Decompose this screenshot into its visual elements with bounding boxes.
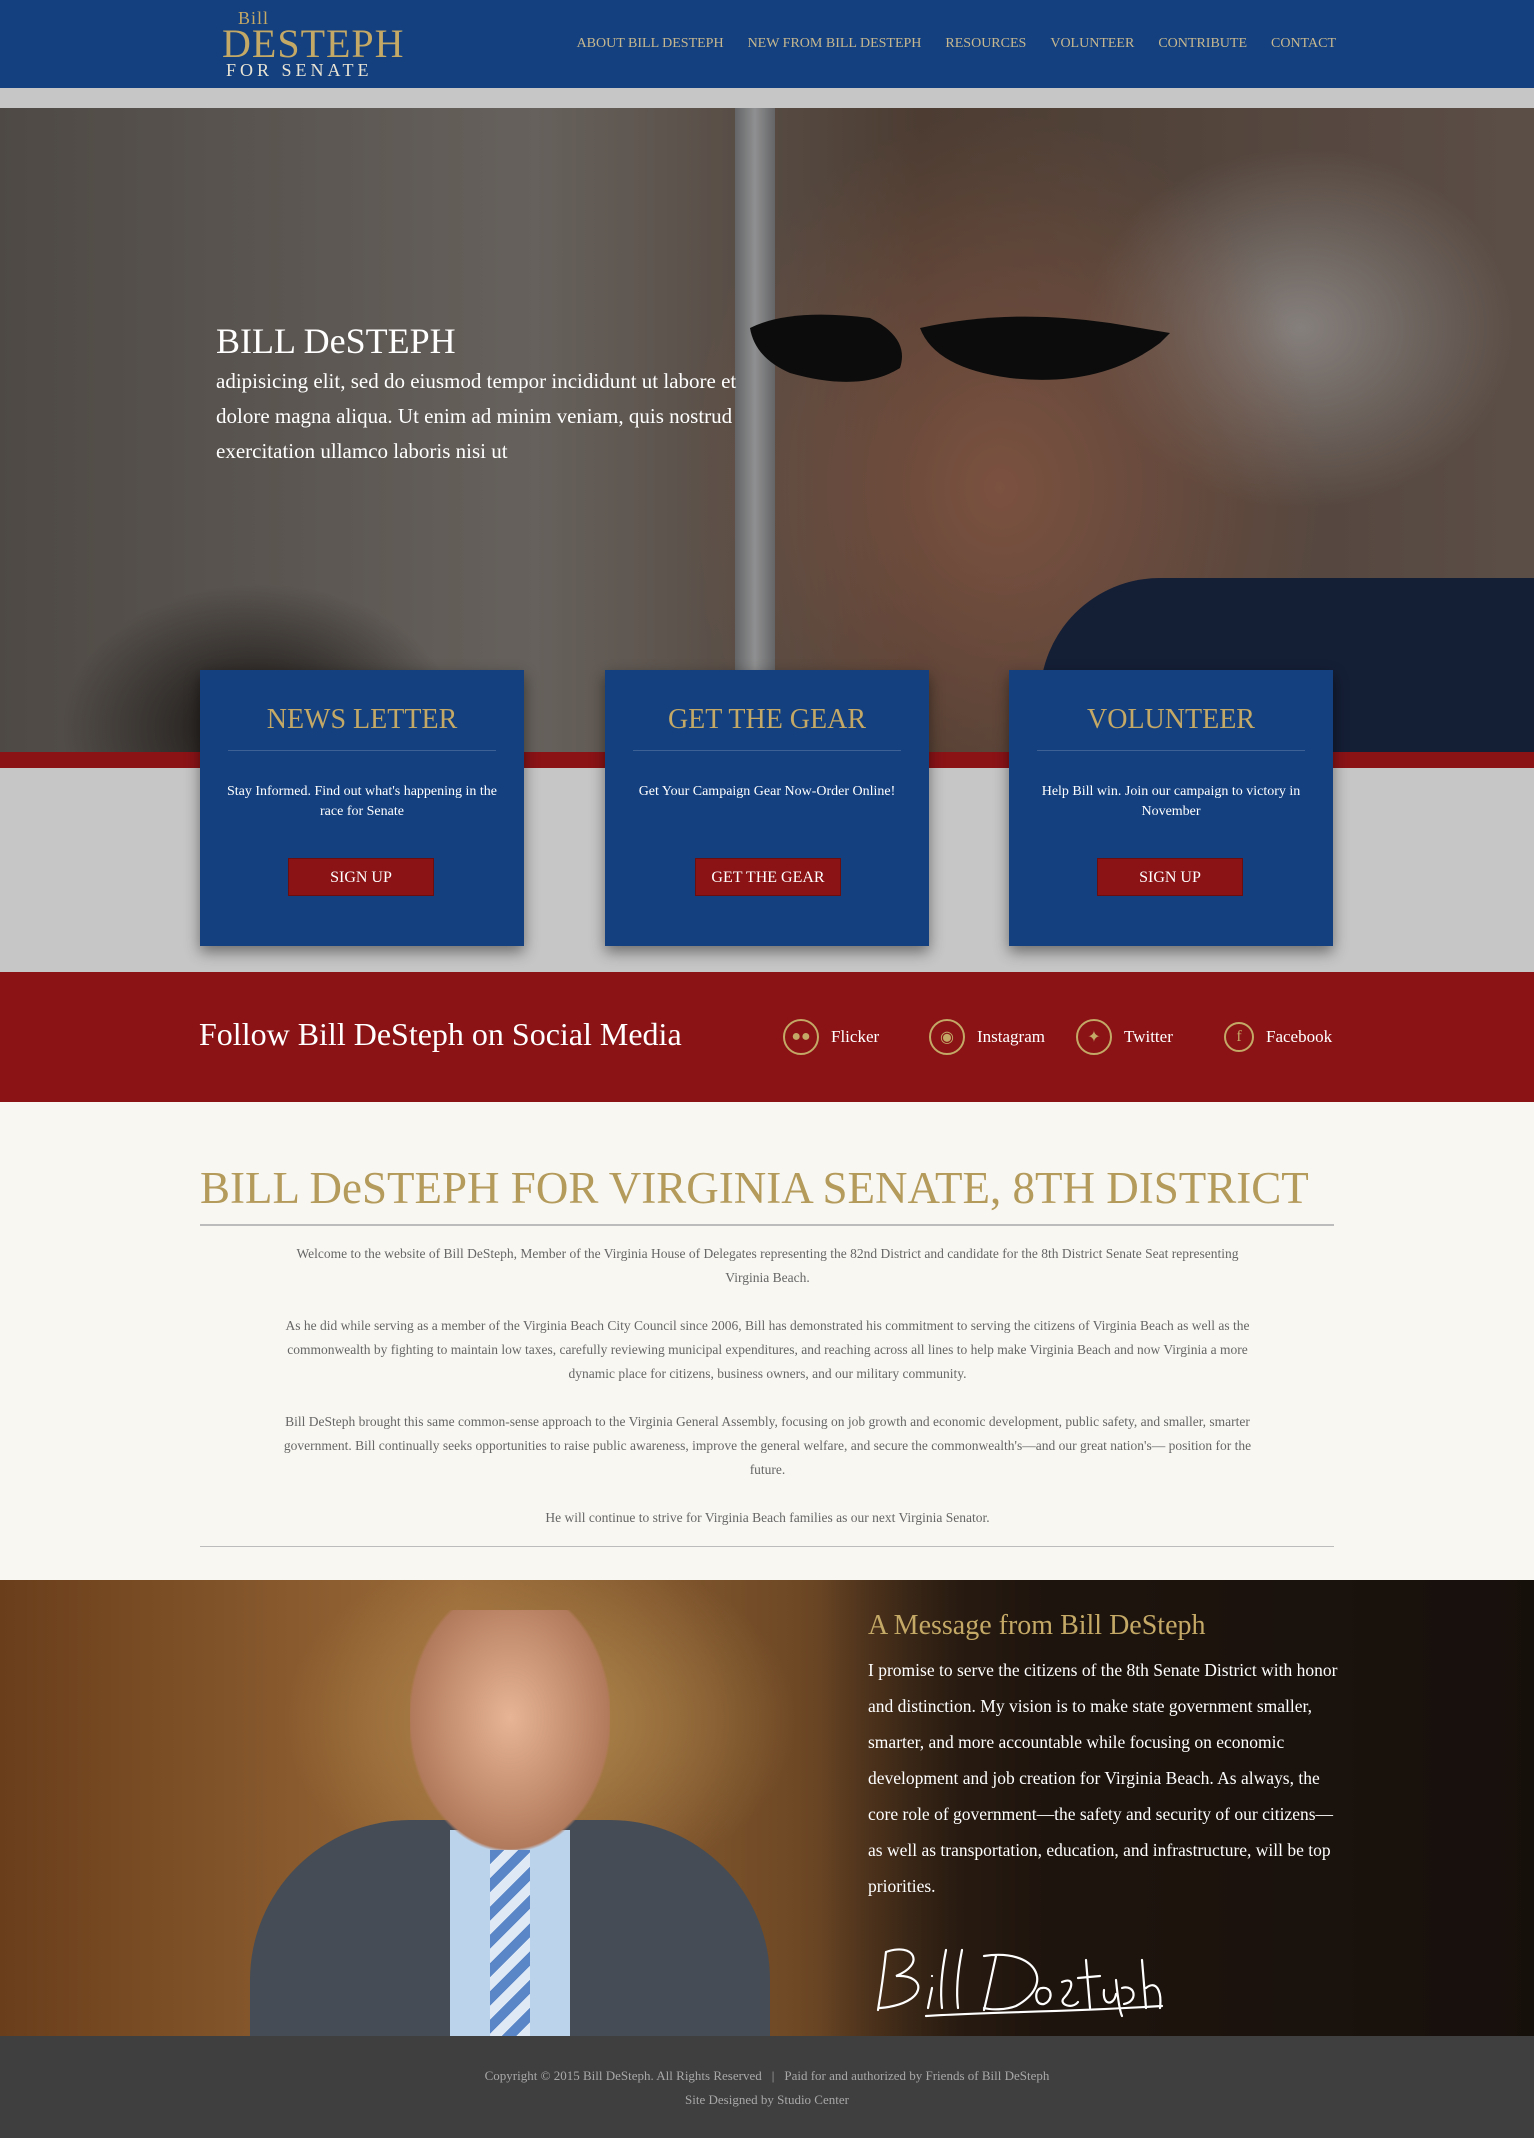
newsletter-card: NEWS LETTER Stay Informed. Find out what… xyxy=(200,670,524,946)
about-paragraph: As he did while serving as a member of t… xyxy=(285,1318,1250,1381)
card-divider xyxy=(228,750,496,751)
card-divider xyxy=(1037,750,1305,751)
hero-title: BILL DeSTEPH xyxy=(216,321,456,361)
site-logo[interactable]: Bill DESTEPH FOR SENATE xyxy=(222,8,404,80)
top-nav-bar: Bill DESTEPH FOR SENATE ABOUT BILL DESTE… xyxy=(0,0,1534,88)
volunteer-card: VOLUNTEER Help Bill win. Join our campai… xyxy=(1009,670,1333,946)
social-link-instagram[interactable]: ◉ Instagram xyxy=(929,1019,1045,1055)
card-title: GET THE GEAR xyxy=(667,704,867,735)
footer-legal-line: Copyright © 2015 Bill DeSteph. All Right… xyxy=(0,2068,1534,2084)
nav-item-news[interactable]: NEW FROM BILL DESTEPH xyxy=(748,36,922,52)
logo-line-3: FOR SENATE xyxy=(226,60,373,80)
hero-banner: BILL DeSTEPH adipisicing elit, sed do ei… xyxy=(0,108,1534,752)
logo-line-2: DESTEPH xyxy=(222,21,405,66)
footer-paid-for: Paid for and authorized by Friends of Bi… xyxy=(784,2068,1050,2083)
instagram-icon: ◉ xyxy=(929,1019,965,1055)
volunteer-signup-button[interactable]: SIGN UP xyxy=(1097,858,1243,896)
social-link-facebook[interactable]: f Facebook xyxy=(1224,1019,1332,1055)
message-photo-tie xyxy=(490,1850,530,2036)
about-body: Welcome to the website of Bill DeSteph, … xyxy=(280,1242,1255,1554)
card-divider xyxy=(633,750,901,751)
about-paragraph: He will continue to strive for Virginia … xyxy=(545,1510,990,1525)
nav-menu: ABOUT BILL DESTEPH NEW FROM BILL DESTEPH… xyxy=(577,36,1336,52)
nav-item-resources[interactable]: RESOURCES xyxy=(945,36,1026,52)
social-title: Follow Bill DeSteph on Social Media xyxy=(199,1016,682,1052)
social-link-label: Facebook xyxy=(1266,1027,1333,1046)
social-link-label: Instagram xyxy=(977,1027,1045,1046)
nav-item-contribute[interactable]: CONTRIBUTE xyxy=(1158,36,1247,52)
twitter-icon: ✦ xyxy=(1076,1019,1112,1055)
footer-copyright: Copyright © 2015 Bill DeSteph. All Right… xyxy=(484,2068,762,2083)
social-link-flickr[interactable]: ●● Flicker xyxy=(783,1019,879,1055)
message-text: I promise to serve the citizens of the 8… xyxy=(868,1660,1338,1896)
hero-text: adipisicing elit, sed do eiusmod tempor … xyxy=(216,369,737,463)
social-link-twitter[interactable]: ✦ Twitter xyxy=(1076,1019,1173,1055)
nav-item-contact[interactable]: CONTACT xyxy=(1271,36,1336,52)
about-section: BILL DeSTEPH FOR VIRGINIA SENATE, 8TH DI… xyxy=(0,1102,1534,1580)
about-title: BILL DeSTEPH FOR VIRGINIA SENATE, 8TH DI… xyxy=(200,1163,1309,1213)
message-photo-face xyxy=(410,1610,610,1850)
message-section: A Message from Bill DeSteph I promise to… xyxy=(0,1580,1534,2036)
about-bottom-divider xyxy=(200,1546,1334,1547)
footer-designed-by[interactable]: Site Designed by Studio Center xyxy=(0,2092,1534,2108)
flickr-icon: ●● xyxy=(783,1019,819,1055)
about-paragraph: Welcome to the website of Bill DeSteph, … xyxy=(296,1246,1239,1285)
card-text: Stay Informed. Find out what's happening… xyxy=(226,784,498,819)
signature-image xyxy=(876,1948,1164,2018)
get-the-gear-button[interactable]: GET THE GEAR xyxy=(695,858,841,896)
social-link-label: Flicker xyxy=(831,1027,880,1046)
site-footer: Copyright © 2015 Bill DeSteph. All Right… xyxy=(0,2036,1534,2138)
nav-item-about[interactable]: ABOUT BILL DESTEPH xyxy=(577,36,724,52)
gear-card: GET THE GEAR Get Your Campaign Gear Now-… xyxy=(605,670,929,946)
social-link-label: Twitter xyxy=(1124,1027,1173,1046)
card-text: Get Your Campaign Gear Now-Order Online! xyxy=(638,784,896,799)
card-title: NEWS LETTER xyxy=(266,704,458,735)
about-paragraph: Bill DeSteph brought this same common-se… xyxy=(283,1414,1252,1477)
nav-item-volunteer[interactable]: VOLUNTEER xyxy=(1050,36,1134,52)
facebook-icon: f xyxy=(1224,1022,1254,1052)
social-media-bar: Follow Bill DeSteph on Social Media ●● F… xyxy=(0,972,1534,1102)
card-title: VOLUNTEER xyxy=(1087,704,1255,735)
card-text: Help Bill win. Join our campaign to vict… xyxy=(1041,784,1301,819)
message-title: A Message from Bill DeSteph xyxy=(868,1610,1206,1641)
about-divider xyxy=(200,1224,1334,1226)
newsletter-signup-button[interactable]: SIGN UP xyxy=(288,858,434,896)
footer-separator: | xyxy=(771,2068,775,2083)
